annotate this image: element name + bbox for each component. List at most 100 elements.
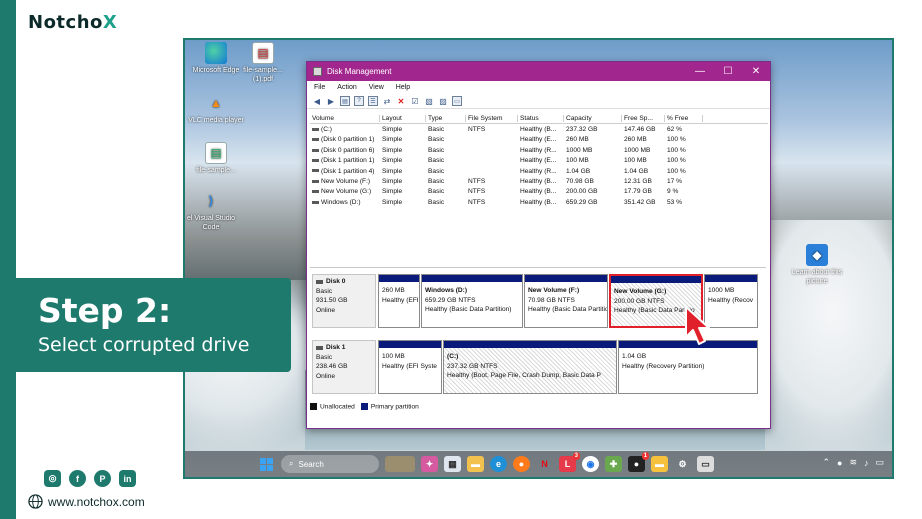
table-cell: Simple — [382, 146, 403, 154]
linkedin-icon[interactable]: in — [119, 470, 136, 487]
disk0-partition-windows-d[interactable]: Windows (D:) 659.29 GB NTFS Healthy (Bas… — [421, 274, 523, 328]
delete-icon[interactable]: ✕ — [396, 96, 406, 106]
minimize-button[interactable]: — — [686, 62, 714, 81]
table-cell: 260 MB — [624, 136, 647, 144]
table-cell: Simple — [382, 198, 403, 206]
col-file-system[interactable]: File System — [466, 115, 518, 123]
table-row[interactable]: New Volume (G:) Simple Basic NTFS Healthy (B… — [310, 187, 768, 197]
battery-icon[interactable]: ▭ — [875, 457, 884, 468]
connect-icon[interactable]: ⇄ — [382, 96, 392, 106]
globe-icon — [28, 494, 43, 509]
table-row[interactable]: (Disk 1 partition 4) Simple Basic Healthy (… — [310, 166, 768, 176]
disk-management-taskbar-icon[interactable]: ▭ — [697, 456, 714, 472]
table-cell: 237.32 GB — [566, 126, 598, 134]
table-cell: 100 MB — [566, 157, 589, 165]
table-cell: Simple — [382, 126, 403, 134]
disk-management-window: Disk Management — ☐ ✕ File Action View H… — [306, 61, 771, 429]
close-button[interactable]: ✕ — [742, 62, 770, 81]
menu-view[interactable]: View — [369, 84, 384, 91]
table-cell: Simple — [382, 178, 403, 186]
disk1-partition-efi[interactable]: 100 MB Healthy (EFI Syste — [378, 340, 442, 394]
table-cell: 659.29 GB — [566, 198, 598, 206]
pinterest-icon[interactable]: P — [94, 470, 111, 487]
legend-unallocated: Unallocated — [310, 403, 355, 410]
facebook-icon[interactable]: f — [69, 470, 86, 487]
taskbar-search[interactable]: ⌕ Search — [281, 455, 379, 473]
folder-icon[interactable]: ▨ — [438, 96, 448, 106]
help-icon[interactable]: ? — [354, 96, 364, 106]
app-icon[interactable]: ✚ — [605, 456, 622, 472]
wifi-icon[interactable]: ≋ — [849, 457, 857, 468]
taskbar-apps: ✦ ▦ ▬ e ● N L3 ◉ ✚ ● 1 ▬ ⚙ ▭ — [385, 452, 714, 472]
table-cell: 53 % — [667, 198, 683, 206]
file-explorer-icon[interactable]: ▬ — [467, 456, 484, 472]
table-row[interactable]: (C:) Simple Basic NTFS Healthy (B... 237.32 G… — [310, 124, 768, 134]
chrome-icon[interactable]: ◉ — [582, 456, 599, 472]
table-cell: Basic — [428, 188, 445, 196]
table-cell: 100 MB — [624, 157, 647, 165]
disk1-partition-c[interactable]: (C:) 237.32 GB NTFS Healthy (Boot, Page … — [443, 340, 617, 394]
list-view-icon[interactable]: ☰ — [368, 96, 378, 106]
website-link[interactable]: www.notchox.com — [28, 494, 145, 509]
widgets-icon[interactable] — [385, 456, 415, 472]
menu-help[interactable]: Help — [396, 84, 410, 91]
table-cell: New Volume (F:) — [310, 178, 380, 185]
table-cell: Healthy (B... — [520, 198, 557, 206]
disk0-partition-new-volume-f[interactable]: New Volume (F:) 70.98 GB NTFS Healthy (B… — [524, 274, 608, 328]
firefox-icon[interactable]: ● — [513, 456, 530, 472]
table-row[interactable]: New Volume (F:) Simple Basic NTFS Healthy (B… — [310, 176, 768, 186]
edge-icon — [205, 42, 227, 64]
console-icon[interactable]: ▤ — [340, 96, 350, 106]
disk-0-label[interactable]: Disk 0 Basic 931.50 GB Online — [312, 274, 376, 328]
table-row[interactable]: (Disk 0 partition 6) Simple Basic Healthy (… — [310, 145, 768, 155]
desktop-icon-pdf[interactable]: ▤ file-sample... (1).pdf — [235, 42, 291, 84]
table-cell: NTFS — [468, 126, 486, 134]
table-row[interactable]: (Disk 0 partition 1) Simple Basic Healthy (… — [310, 135, 768, 145]
forward-icon[interactable]: ▶ — [326, 96, 336, 106]
edge-taskbar-icon[interactable]: e — [490, 456, 507, 472]
pointer-cursor-icon — [685, 306, 710, 345]
step-subtitle: Select corrupted drive — [38, 334, 250, 356]
desktop-icon-vscode[interactable]: ⟩ el Visual Studio Code — [185, 190, 239, 232]
github-icon[interactable]: ● 1 — [628, 452, 649, 472]
start-button[interactable] — [260, 458, 273, 471]
table-cell: 100 % — [667, 136, 686, 144]
disk-1-label[interactable]: Disk 1 Basic 238.46 GB Online — [312, 340, 376, 394]
maximize-button[interactable]: ☐ — [714, 62, 742, 81]
store-icon[interactable]: ▦ — [444, 456, 461, 472]
chevron-up-icon[interactable]: ⌃ — [822, 457, 830, 468]
col-free-space[interactable]: Free Sp... — [622, 115, 665, 123]
col-type[interactable]: Type — [426, 115, 466, 123]
app-notes-icon[interactable]: ▬ — [651, 456, 668, 472]
back-icon[interactable]: ◀ — [312, 96, 322, 106]
table-row[interactable]: (Disk 1 partition 1) Simple Basic Healthy (… — [310, 156, 768, 166]
copilot-icon[interactable]: ✦ — [421, 456, 438, 472]
check-icon[interactable]: ☑ — [410, 96, 420, 106]
menu-file[interactable]: File — [314, 84, 325, 91]
desktop-icon-learn-picture[interactable]: ◆ Learn about this picture — [789, 244, 845, 286]
col-capacity[interactable]: Capacity — [564, 115, 622, 123]
table-cell: (Disk 0 partition 6) — [310, 147, 380, 154]
view-icon[interactable]: ▭ — [452, 96, 462, 106]
col-percent-free[interactable]: % Free — [665, 115, 703, 123]
desktop-icon-vlc[interactable]: ▲ VLC media player — [188, 92, 244, 125]
table-cell: 351.42 GB — [624, 198, 656, 206]
window-title-bar[interactable]: Disk Management — ☐ ✕ — [307, 62, 770, 81]
learn-about-picture-icon: ◆ — [806, 244, 828, 266]
table-header: Volume Layout Type File System Status Ca… — [310, 114, 768, 125]
disk0-partition-efi[interactable]: 260 MB Healthy (EFI Sys — [378, 274, 420, 328]
col-volume[interactable]: Volume — [310, 115, 380, 123]
properties-icon[interactable]: ▧ — [424, 96, 434, 106]
menu-action[interactable]: Action — [337, 84, 356, 91]
instagram-icon[interactable]: ◎ — [44, 470, 61, 487]
settings-icon[interactable]: ⚙ — [674, 456, 691, 472]
col-status[interactable]: Status — [518, 115, 564, 123]
netflix-icon[interactable]: N — [536, 456, 553, 472]
app-l-icon[interactable]: L3 — [559, 452, 580, 472]
microphone-icon[interactable]: ● — [837, 458, 842, 468]
volume-icon[interactable]: ♪ — [864, 458, 869, 468]
table-cell: Basic — [428, 136, 445, 144]
table-row[interactable]: Windows (D:) Simple Basic NTFS Healthy (B...… — [310, 197, 768, 207]
col-layout[interactable]: Layout — [380, 115, 426, 123]
desktop-icon-file[interactable]: ▤ file-sample... — [188, 142, 244, 175]
